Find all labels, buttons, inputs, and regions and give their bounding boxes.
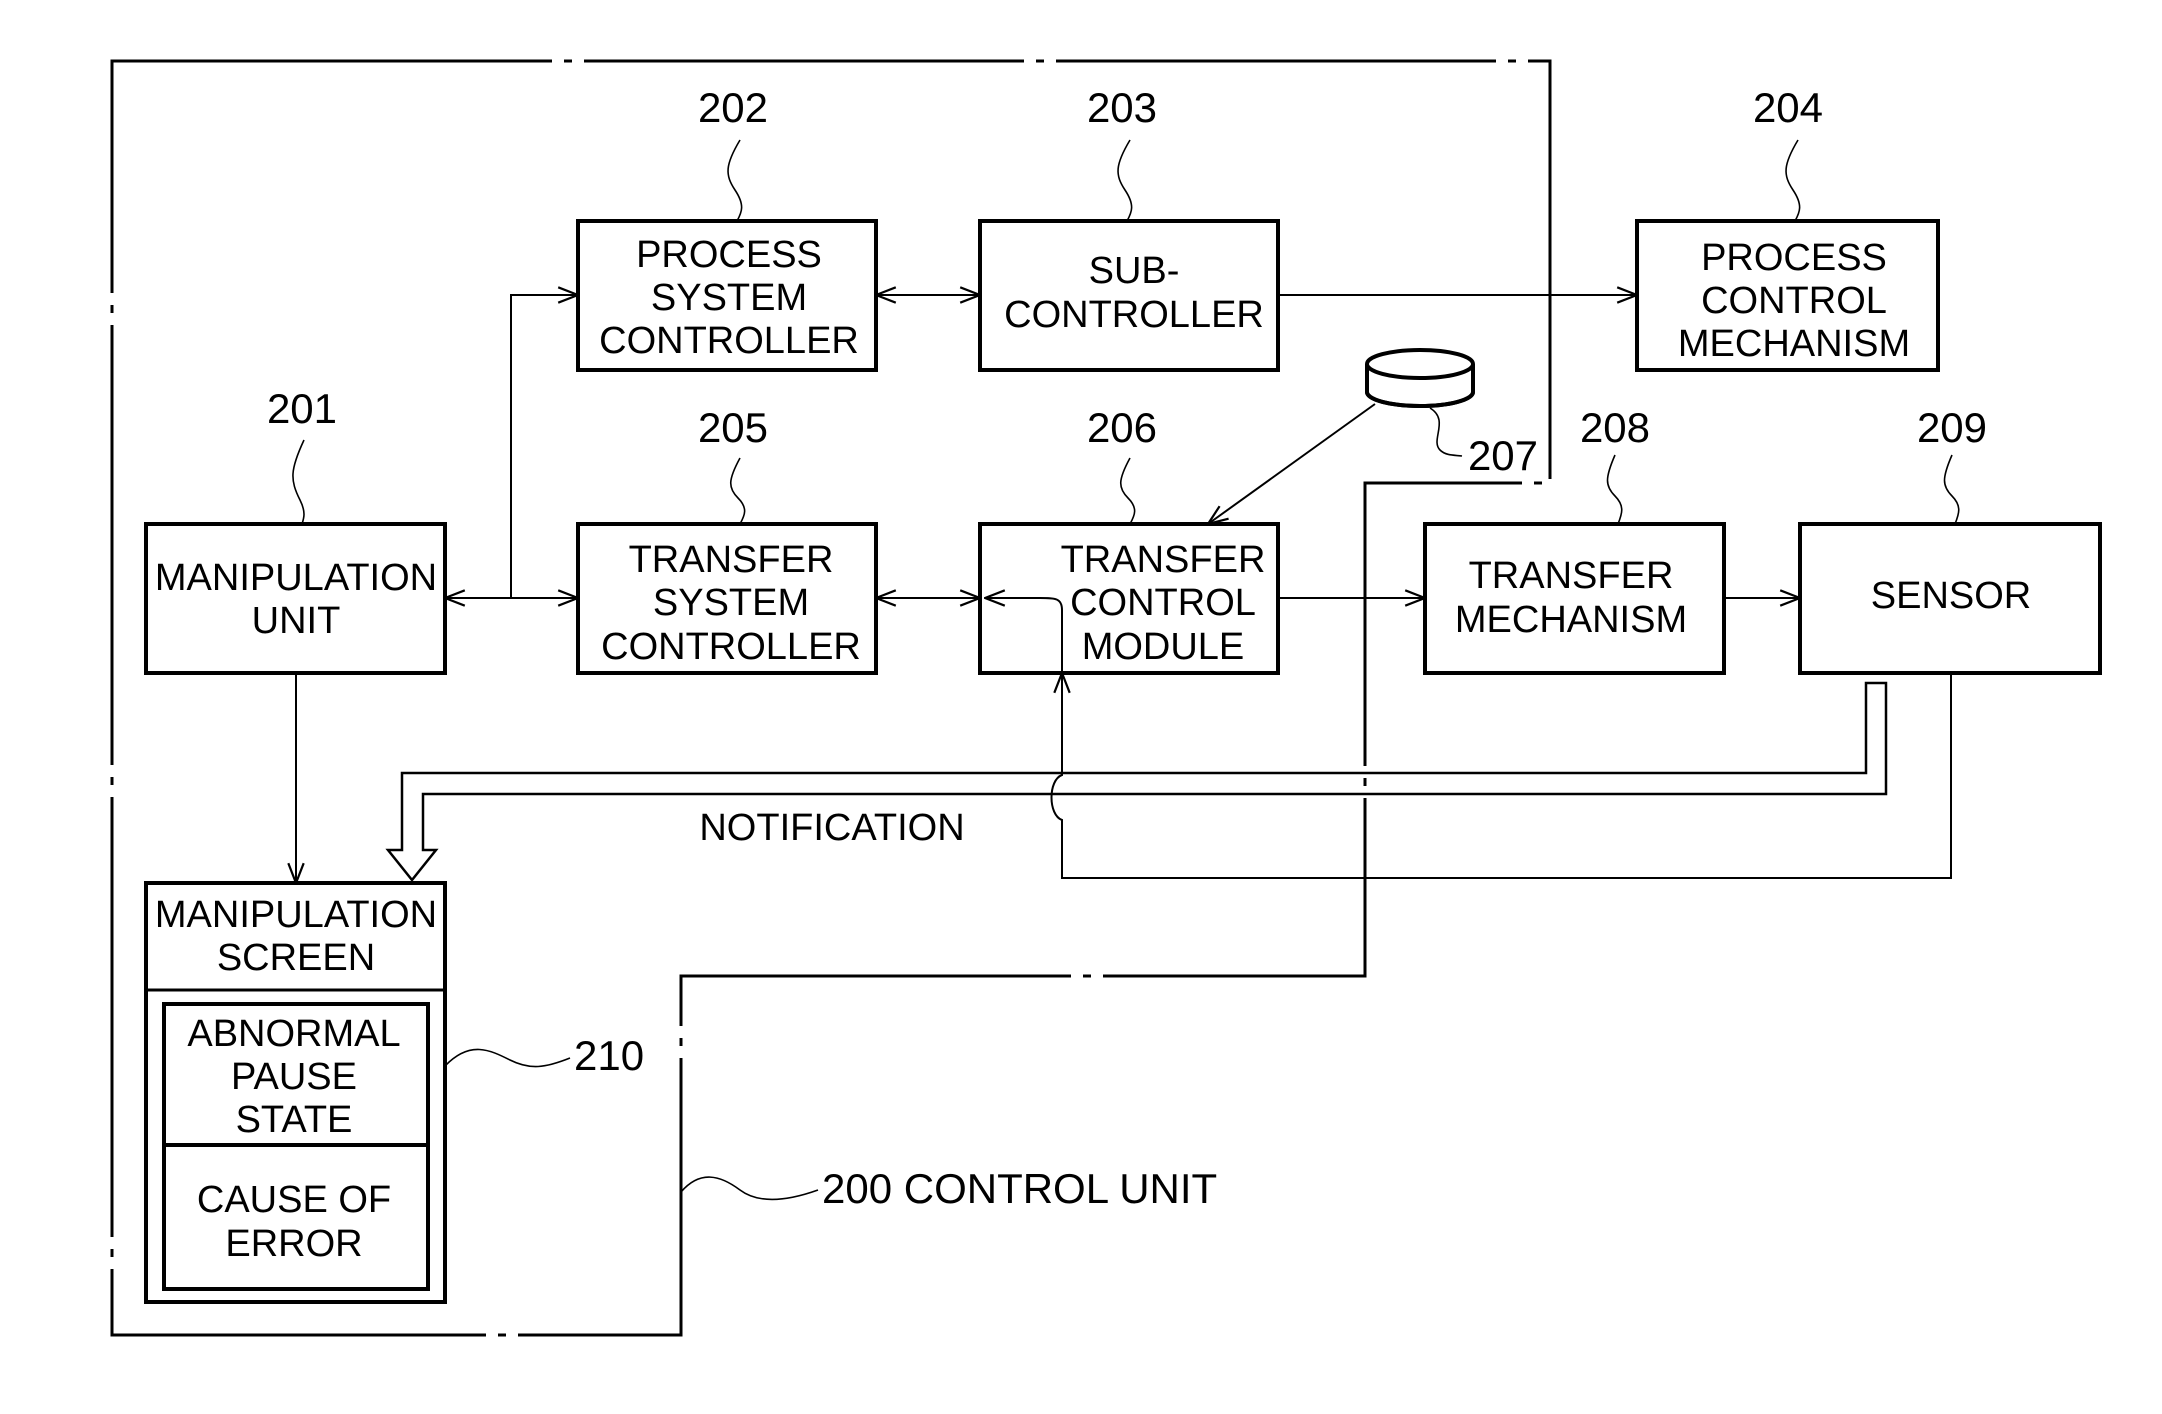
arrow-201-202 [510, 295, 578, 598]
screen-title: MANIPULATION [155, 894, 437, 936]
leader-205 [729, 457, 746, 525]
ref-209: 209 [1917, 404, 1987, 451]
leader-206 [1119, 457, 1136, 525]
sub-controller-block: SUB- CONTROLLER [978, 219, 1280, 372]
block-label: MANIPULATION [155, 557, 437, 599]
ref-205: 205 [698, 404, 768, 451]
leader-200 [680, 1176, 819, 1201]
sensor-feedback-line [1050, 673, 1952, 879]
screen-title: SCREEN [217, 937, 375, 979]
ref-207: 207 [1468, 432, 1538, 479]
block-label: UNIT [252, 600, 341, 642]
block-label: SYSTEM [651, 277, 807, 319]
ref-204: 204 [1753, 84, 1823, 131]
notification-arrow [385, 681, 1888, 883]
block-label: SENSOR [1871, 575, 2031, 617]
block-label: MECHANISM [1455, 599, 1687, 641]
abnormal-pause-state-label: PAUSE [231, 1056, 357, 1098]
ref-203: 203 [1087, 84, 1157, 131]
leader-201 [292, 439, 305, 525]
leader-203 [1117, 139, 1133, 222]
ref-206: 206 [1087, 404, 1157, 451]
abnormal-pause-state-label: STATE [236, 1099, 353, 1141]
block-label: TRANSFER [1061, 539, 1266, 581]
block-label: CONTROL [1070, 582, 1256, 624]
transfer-system-controller-block: TRANSFER SYSTEM CONTROLLER [576, 522, 878, 675]
leader-208 [1606, 454, 1623, 525]
process-control-mechanism-block: PROCESS CONTROL MECHANISM [1635, 219, 1940, 372]
transfer-mechanism-block: TRANSFER MECHANISM [1423, 522, 1726, 675]
block-label: CONTROLLER [599, 320, 859, 362]
leader-202 [727, 139, 743, 222]
ref-202: 202 [698, 84, 768, 131]
block-label: TRANSFER [1469, 555, 1674, 597]
leader-209 [1943, 454, 1960, 525]
process-system-controller-block: PROCESS SYSTEM CONTROLLER [576, 219, 878, 372]
manipulation-screen: MANIPULATION SCREEN ABNORMAL PAUSE STATE… [144, 881, 447, 1304]
leader-210 [444, 1048, 571, 1068]
block-label: CONTROLLER [1004, 294, 1264, 336]
block-label: PROCESS [1701, 237, 1887, 279]
block-label: TRANSFER [629, 539, 834, 581]
control-unit-label: 200 CONTROL UNIT [822, 1165, 1217, 1212]
ref-201: 201 [267, 385, 337, 432]
manipulation-unit-block: MANIPULATION UNIT [144, 522, 447, 675]
block-label: CONTROL [1701, 280, 1887, 322]
block-diagram: MANIPULATION UNIT 201 PROCESS SYSTEM CON… [110, 59, 2102, 1337]
block-label: CONTROLLER [601, 626, 861, 668]
block-label: SUB- [1089, 250, 1180, 292]
leader-207 [1429, 407, 1463, 457]
arrow-207-206 [1208, 403, 1376, 524]
abnormal-pause-state-label: ABNORMAL [187, 1013, 400, 1055]
block-label: SYSTEM [653, 582, 809, 624]
ref-208: 208 [1580, 404, 1650, 451]
block-label: MECHANISM [1678, 323, 1910, 365]
block-label: PROCESS [636, 234, 822, 276]
sensor-block: SENSOR [1798, 522, 2102, 675]
cause-of-error-label: CAUSE OF [197, 1179, 391, 1221]
notification-label: NOTIFICATION [699, 807, 964, 849]
database-icon [1365, 348, 1475, 408]
ref-210: 210 [574, 1032, 644, 1079]
block-label: MODULE [1082, 626, 1245, 668]
cause-of-error-label: ERROR [225, 1223, 362, 1265]
leader-204 [1785, 139, 1801, 222]
